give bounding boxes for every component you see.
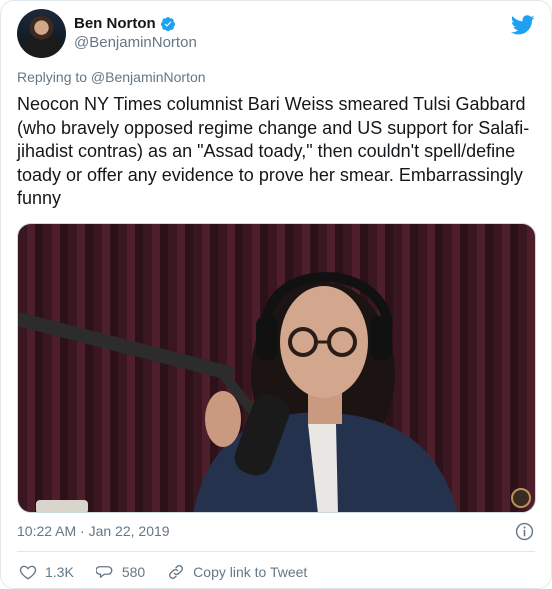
tweet-media-video[interactable] bbox=[17, 223, 536, 513]
author-block[interactable]: Ben Norton @BenjaminNorton bbox=[74, 15, 197, 53]
verified-badge-icon bbox=[160, 17, 175, 32]
speech-bubble-icon bbox=[95, 566, 113, 578]
copy-link-button[interactable]: Copy link to Tweet bbox=[167, 563, 307, 581]
like-count: 1.3K bbox=[45, 564, 74, 580]
tweet-timestamp[interactable]: 10:22 AM · Jan 22, 2019 bbox=[17, 523, 170, 539]
info-icon[interactable] bbox=[515, 522, 534, 541]
tweet-text: Neocon NY Times columnist Bari Weiss sme… bbox=[17, 94, 530, 208]
handle[interactable]: @BenjaminNorton bbox=[74, 33, 197, 53]
twitter-bird-icon[interactable] bbox=[511, 13, 535, 37]
display-name[interactable]: Ben Norton bbox=[74, 15, 156, 33]
reply-button[interactable]: 580 bbox=[95, 563, 146, 581]
like-button[interactable]: 1.3K bbox=[19, 563, 74, 581]
copy-link-label: Copy link to Tweet bbox=[193, 564, 308, 580]
heart-icon bbox=[19, 565, 37, 580]
tweet-header: Ben Norton @BenjaminNorton bbox=[17, 9, 535, 61]
link-icon bbox=[169, 565, 184, 579]
video-frame-illustration bbox=[18, 272, 531, 512]
reply-count: 580 bbox=[121, 564, 146, 580]
divider bbox=[17, 551, 535, 552]
avatar[interactable] bbox=[17, 9, 66, 58]
tweet-actions: 1.3K 580 Copy link to Tweet bbox=[19, 563, 329, 581]
tweet-card: Ben Norton @BenjaminNorton Replying to @… bbox=[0, 0, 552, 589]
reply-context[interactable]: Replying to @BenjaminNorton bbox=[17, 69, 206, 85]
